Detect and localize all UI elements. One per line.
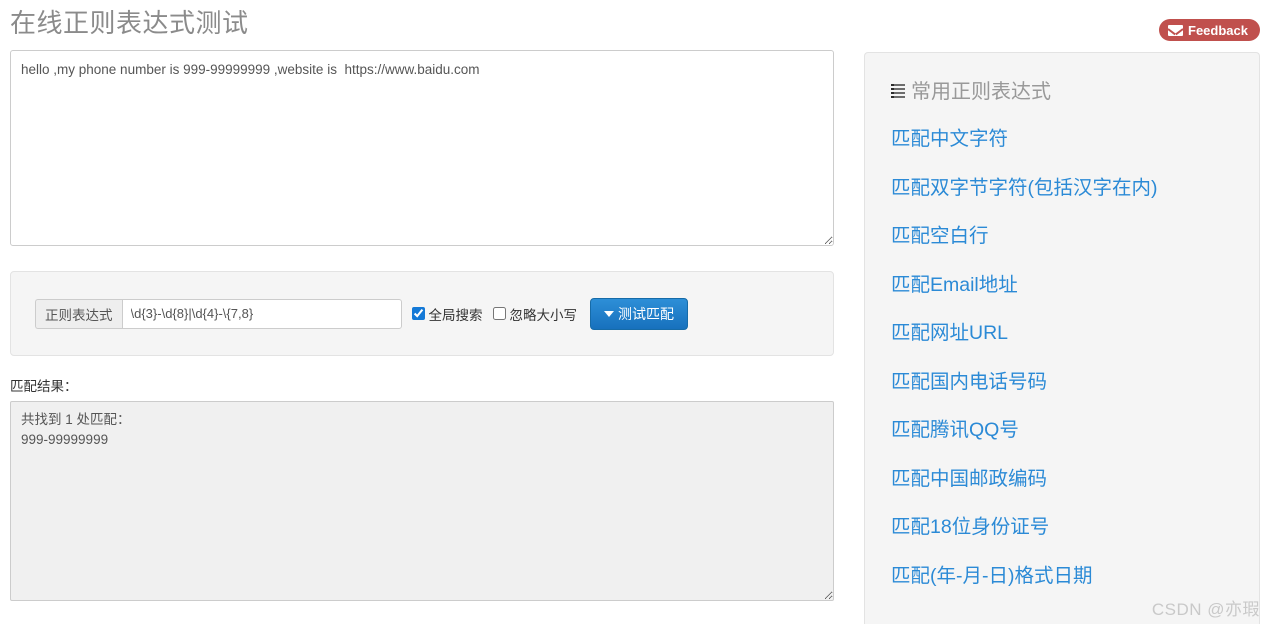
ignore-case-checkbox-wrap[interactable]: 忽略大小写	[492, 304, 578, 324]
page-root: 在线正则表达式测试 Feedback hello ,my phone numbe…	[0, 0, 1270, 624]
global-search-checkbox[interactable]	[411, 307, 425, 320]
global-search-checkbox-wrap[interactable]: 全局搜索	[411, 304, 483, 324]
main-content: hello ,my phone number is 999-99999999 ,…	[10, 50, 834, 601]
watermark: CSDN @亦瑕	[1151, 600, 1260, 619]
test-match-button-label: 测试匹配	[618, 305, 674, 322]
sidebar-title: 常用正则表达式	[891, 75, 1259, 104]
regex-input-group: 正则表达式	[35, 298, 402, 329]
test-match-button[interactable]: 测试匹配	[590, 297, 688, 330]
regex-input[interactable]	[121, 298, 402, 329]
sidebar: 常用正则表达式 匹配中文字符 匹配双字节字符(包括汉字在内) 匹配空白行 匹配E…	[864, 52, 1260, 624]
global-search-label: 全局搜索	[428, 307, 483, 323]
sidebar-item-postal-code[interactable]: 匹配中国邮政编码	[891, 469, 1259, 490]
match-result-output[interactable]: 共找到 1 处匹配： 999-99999999	[10, 401, 834, 601]
sidebar-item-chinese-chars[interactable]: 匹配中文字符	[891, 129, 1259, 150]
sidebar-item-double-byte-chars[interactable]: 匹配双字节字符(包括汉字在内)	[891, 178, 1259, 199]
chevron-down-icon	[604, 311, 614, 317]
feedback-button-label: Feedback	[1188, 22, 1248, 38]
sidebar-title-label: 常用正则表达式	[911, 81, 1051, 103]
sidebar-item-url[interactable]: 匹配网址URL	[891, 323, 1259, 344]
sidebar-item-qq-number[interactable]: 匹配腾讯QQ号	[891, 420, 1259, 441]
feedback-button[interactable]: Feedback	[1159, 19, 1260, 41]
sidebar-item-date[interactable]: 匹配(年-月-日)格式日期	[891, 566, 1259, 587]
sidebar-item-email[interactable]: 匹配Email地址	[891, 275, 1259, 296]
sidebar-item-phone-number[interactable]: 匹配国内电话号码	[891, 372, 1259, 393]
regex-panel: 正则表达式 全局搜索 忽略大小写 测试匹配	[10, 271, 834, 356]
sidebar-item-blank-line[interactable]: 匹配空白行	[891, 226, 1259, 247]
list-icon	[891, 83, 905, 98]
page-title: 在线正则表达式测试	[10, 8, 249, 38]
match-result-label: 匹配结果：	[10, 379, 78, 394]
envelope-icon	[1168, 24, 1184, 36]
ignore-case-checkbox[interactable]	[492, 307, 506, 320]
ignore-case-label: 忽略大小写	[509, 307, 578, 323]
regex-input-label: 正则表达式	[35, 298, 122, 329]
test-text-input[interactable]: hello ,my phone number is 999-99999999 ,…	[10, 50, 834, 246]
sidebar-item-id-card[interactable]: 匹配18位身份证号	[891, 517, 1259, 538]
